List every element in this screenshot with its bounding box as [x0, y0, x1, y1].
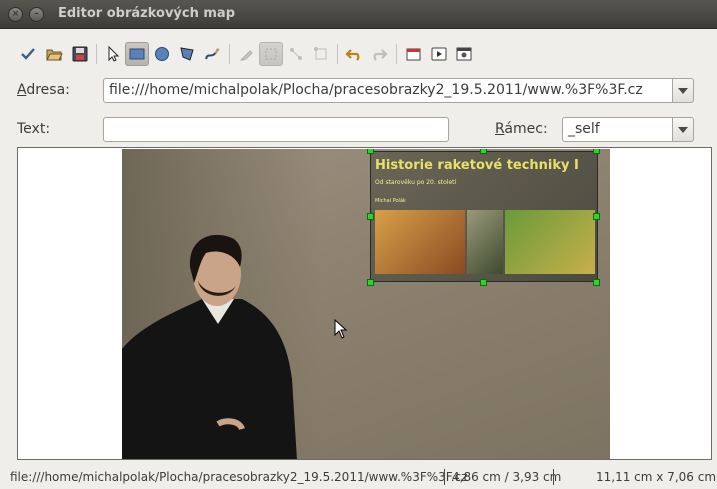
- preview-icon: [431, 47, 447, 61]
- pointer-icon: [108, 45, 120, 62]
- resize-handle-ne[interactable]: [593, 149, 600, 154]
- settings-icon: [456, 47, 472, 61]
- apply-icon: [21, 48, 35, 60]
- new-window-button[interactable]: [402, 42, 426, 66]
- chevron-down-icon: [678, 126, 688, 133]
- save-icon: [72, 46, 88, 62]
- projected-slide: Historie raketové techniky I Od starověk…: [370, 151, 598, 282]
- frame-label: Rámec:: [495, 121, 548, 137]
- freehand-tool-button[interactable]: [200, 42, 224, 66]
- rectangle-tool-button[interactable]: [125, 42, 149, 66]
- resize-handle-n[interactable]: [480, 149, 487, 154]
- status-url: file:///home/michalpolak/Plocha/pracesob…: [10, 470, 468, 484]
- address-dropdown-button[interactable]: [672, 78, 694, 103]
- slide-images: [375, 210, 595, 274]
- preview-button[interactable]: [427, 42, 451, 66]
- toolbar-separator: [96, 44, 97, 64]
- remove-point-icon: [314, 47, 327, 60]
- edit-area-button[interactable]: [235, 42, 259, 66]
- slide-title: Historie raketové techniky I: [375, 158, 579, 173]
- minimize-button[interactable]: –: [29, 7, 44, 22]
- resize-handle-sw[interactable]: [367, 279, 374, 286]
- add-point-button[interactable]: [284, 42, 308, 66]
- title-bar: × – Editor obrázkových map: [0, 0, 717, 29]
- open-button[interactable]: [42, 42, 66, 66]
- address-input[interactable]: file:///home/michalpolak/Plocha/pracesob…: [103, 78, 675, 103]
- move-area-button[interactable]: [259, 42, 283, 66]
- undo-button[interactable]: [342, 42, 366, 66]
- new-window-icon: [406, 48, 421, 61]
- status-separator: [444, 469, 445, 485]
- status-size: 11,11 cm x 7,06 cm: [596, 470, 717, 484]
- toolbar-separator: [337, 44, 338, 64]
- polygon-icon: [180, 47, 194, 61]
- map-image[interactable]: Historie raketové techniky I Od starověk…: [122, 149, 610, 459]
- image-canvas[interactable]: Historie raketové techniky I Od starověk…: [17, 147, 712, 460]
- edit-area-icon: [239, 50, 253, 61]
- settings-button[interactable]: [452, 42, 476, 66]
- status-position: 4,86 cm / 3,93 cm: [452, 470, 562, 484]
- toolbar: [0, 30, 717, 78]
- status-separator: [553, 469, 554, 485]
- open-icon: [46, 49, 63, 61]
- circle-icon: [155, 47, 169, 61]
- slide-author: Michal Polák: [375, 198, 406, 204]
- slide-subtitle: Od starověku po 20. století: [375, 179, 457, 186]
- redo-icon: [373, 49, 388, 61]
- redo-button[interactable]: [367, 42, 391, 66]
- frame-dropdown-button[interactable]: [672, 117, 694, 142]
- remove-point-button[interactable]: [309, 42, 333, 66]
- save-button[interactable]: [68, 42, 92, 66]
- undo-icon: [345, 49, 360, 61]
- resize-handle-e[interactable]: [593, 213, 600, 220]
- circle-tool-button[interactable]: [150, 42, 174, 66]
- text-label: Text:: [17, 121, 51, 137]
- window-title: Editor obrázkových map: [58, 6, 235, 21]
- resize-handle-w[interactable]: [367, 213, 374, 220]
- polygon-tool-button[interactable]: [175, 42, 199, 66]
- toolbar-separator: [396, 44, 397, 64]
- chevron-down-icon: [678, 87, 688, 94]
- frame-combo[interactable]: _self: [562, 117, 676, 142]
- text-input[interactable]: [103, 117, 449, 142]
- resize-handle-s[interactable]: [480, 279, 487, 286]
- pointer-tool-button[interactable]: [101, 42, 125, 66]
- toolbar-separator: [229, 44, 230, 64]
- rectangle-icon: [129, 48, 145, 60]
- resize-handle-se[interactable]: [593, 279, 600, 286]
- freehand-icon: [205, 48, 220, 60]
- close-button[interactable]: ×: [8, 7, 23, 22]
- add-point-icon: [290, 48, 302, 60]
- address-label: Adresa:: [17, 82, 70, 98]
- move-area-icon: [265, 48, 277, 60]
- status-bar: file:///home/michalpolak/Plocha/pracesob…: [0, 466, 717, 489]
- apply-button[interactable]: [16, 42, 40, 66]
- resize-handle-nw[interactable]: [367, 149, 374, 154]
- mouse-cursor-icon: [334, 319, 348, 339]
